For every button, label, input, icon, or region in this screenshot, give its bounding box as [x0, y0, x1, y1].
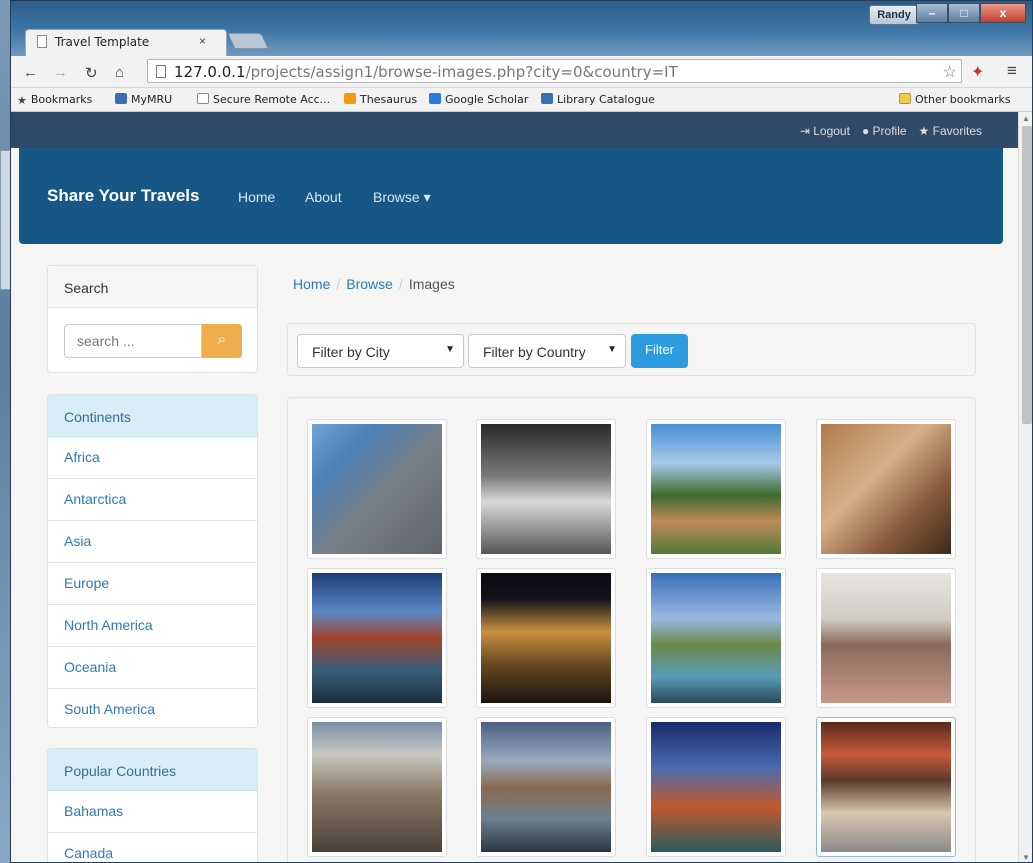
logout-link[interactable]: ⇥ Logout	[800, 124, 850, 138]
photo-image	[312, 722, 442, 852]
scroll-up-icon[interactable]: ▲	[1022, 114, 1030, 123]
continents-panel: Continents Africa Antarctica Asia Europe…	[47, 394, 258, 728]
photo-image	[821, 424, 951, 554]
image-thumbnail[interactable]	[816, 568, 956, 708]
bookmark-item[interactable]: Library Catalogue	[541, 93, 655, 106]
bookmark-star-icon[interactable]: ☆	[943, 62, 957, 82]
image-thumbnail[interactable]	[476, 419, 616, 559]
tab-title: Travel Template	[55, 35, 150, 49]
brand-title[interactable]: Share Your Travels	[47, 186, 199, 206]
dropdown-arrow-icon: ▼	[607, 344, 617, 355]
favorites-link[interactable]: ★ Favorites	[919, 124, 982, 138]
continent-antarctica[interactable]: Antarctica	[48, 479, 257, 521]
country-bahamas[interactable]: Bahamas	[48, 791, 257, 833]
reload-icon[interactable]: ↻	[85, 64, 98, 82]
menu-icon[interactable]: ≡	[1007, 61, 1017, 81]
window-controls: – □ x	[916, 3, 1026, 25]
extension-icon[interactable]: ✦	[971, 62, 984, 82]
search-panel-title: Search	[48, 266, 257, 308]
photo-image	[821, 573, 951, 703]
nav-about[interactable]: About	[305, 189, 342, 205]
continent-south-america[interactable]: South America	[48, 689, 257, 731]
popular-countries-title: Popular Countries	[48, 749, 257, 791]
scrollbar-thumb[interactable]	[1022, 126, 1032, 424]
filter-bar: Filter by City ▼ Filter by Country ▼ Filte…	[287, 323, 976, 376]
minimize-button[interactable]: –	[916, 3, 948, 23]
address-bar[interactable]: 127.0.0.1/projects/assign1/browse-images…	[147, 59, 962, 83]
country-filter-select[interactable]: Filter by Country ▼	[468, 334, 626, 368]
dropdown-arrow-icon: ▼	[445, 344, 455, 355]
photo-image	[651, 573, 781, 703]
main-navbar: Share Your Travels Home About Browse ▾	[19, 148, 1003, 244]
image-thumbnail[interactable]	[476, 568, 616, 708]
photo-image	[651, 424, 781, 554]
nav-home[interactable]: Home	[238, 189, 275, 205]
bookmark-item[interactable]: Secure Remote Acc...	[197, 93, 330, 106]
image-thumbnail[interactable]	[816, 717, 956, 857]
breadcrumb-current: Images	[408, 276, 455, 292]
back-icon[interactable]: ←	[23, 64, 38, 81]
continent-oceania[interactable]: Oceania	[48, 647, 257, 689]
photo-image	[821, 722, 951, 852]
url-text[interactable]: 127.0.0.1/projects/assign1/browse-images…	[174, 63, 678, 81]
forward-icon[interactable]: →	[53, 64, 68, 81]
browser-toolbar: ← → ↻ ⌂ 127.0.0.1/projects/assign1/brows…	[11, 56, 1032, 88]
continent-europe[interactable]: Europe	[48, 563, 257, 605]
nav-browse-dropdown[interactable]: Browse ▾	[373, 189, 431, 206]
other-bookmarks[interactable]: Other bookmarks	[899, 93, 1011, 106]
photo-image	[312, 424, 442, 554]
image-thumbnail[interactable]	[307, 717, 447, 857]
search-panel: Search ⌕	[47, 265, 258, 373]
breadcrumb-browse[interactable]: Browse	[346, 276, 393, 292]
top-utility-bar: ⇥ Logout ● Profile ★ Favorites	[11, 112, 1018, 148]
page-icon	[37, 35, 47, 48]
popular-countries-panel: Popular Countries Bahamas Canada	[47, 748, 258, 862]
image-thumbnail[interactable]	[307, 419, 447, 559]
vertical-scrollbar[interactable]: ▲ ▼	[1018, 112, 1032, 862]
photo-image	[481, 722, 611, 852]
continents-title: Continents	[48, 395, 257, 437]
filter-button[interactable]: Filter	[631, 334, 688, 368]
country-canada[interactable]: Canada	[48, 833, 257, 862]
profile-user-badge[interactable]: Randy	[869, 5, 919, 25]
new-tab-button[interactable]	[227, 33, 269, 49]
maximize-button[interactable]: □	[948, 3, 980, 23]
page-viewport: ⇥ Logout ● Profile ★ Favorites Share You…	[11, 112, 1018, 862]
photo-image	[481, 573, 611, 703]
photo-image	[481, 424, 611, 554]
bookmark-item[interactable]: Thesaurus	[344, 93, 417, 106]
bookmark-item[interactable]: ★ Bookmarks	[17, 93, 92, 107]
image-thumbnail[interactable]	[307, 568, 447, 708]
image-thumbnail[interactable]	[476, 717, 616, 857]
image-thumbnail[interactable]	[646, 419, 786, 559]
image-thumbnail[interactable]	[646, 717, 786, 857]
search-icon[interactable]: ⌕	[202, 324, 242, 358]
bookmarks-bar: ★ Bookmarks MyMRU Secure Remote Acc... Th…	[11, 88, 1032, 112]
image-thumbnail[interactable]	[816, 419, 956, 559]
close-window-button[interactable]: x	[980, 3, 1026, 23]
breadcrumb-home[interactable]: Home	[293, 276, 330, 292]
home-icon[interactable]: ⌂	[115, 64, 124, 81]
image-thumbnail[interactable]	[646, 568, 786, 708]
continent-north-america[interactable]: North America	[48, 605, 257, 647]
breadcrumb: Home / Browse / Images	[293, 276, 455, 292]
tab-close-button[interactable]: ×	[199, 34, 206, 48]
page-icon	[156, 65, 166, 78]
image-gallery	[287, 397, 976, 862]
city-filter-select[interactable]: Filter by City ▼	[297, 334, 464, 368]
continent-asia[interactable]: Asia	[48, 521, 257, 563]
bookmark-item[interactable]: MyMRU	[115, 93, 172, 106]
search-input[interactable]	[64, 324, 202, 358]
profile-link[interactable]: ● Profile	[862, 124, 907, 138]
continent-africa[interactable]: Africa	[48, 437, 257, 479]
bookmark-item[interactable]: Google Scholar	[429, 93, 528, 106]
photo-image	[312, 573, 442, 703]
scroll-down-icon[interactable]: ▼	[1022, 853, 1030, 862]
photo-image	[651, 722, 781, 852]
browser-window: Travel Template × Randy – □ x ← → ↻ ⌂ 12…	[10, 0, 1033, 863]
